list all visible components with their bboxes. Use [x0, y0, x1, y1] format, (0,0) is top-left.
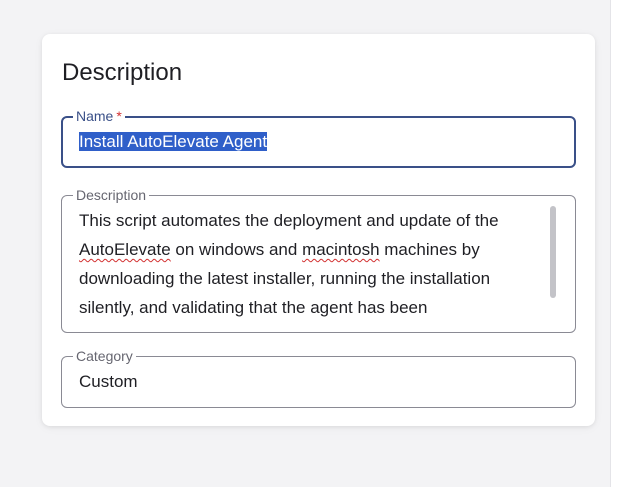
required-indicator: * — [116, 108, 122, 124]
description-textarea[interactable]: This script automates the deployment and… — [79, 206, 549, 322]
description-misspelled-word: macintosh — [302, 240, 380, 259]
name-input-value[interactable]: Install AutoElevate Agent — [79, 132, 268, 151]
name-input[interactable]: Install AutoElevate Agent — [79, 131, 268, 153]
category-field[interactable]: Category Custom — [61, 347, 576, 408]
description-card: Description Name * Install AutoElevate Ag… — [42, 34, 595, 426]
description-field-label: Description — [73, 186, 150, 204]
description-text-part: This script automates the deployment and… — [79, 211, 499, 230]
description-misspelled-word: AutoElevate — [79, 240, 171, 259]
card-title: Description — [62, 59, 183, 86]
description-text-part: on windows and — [170, 240, 303, 259]
name-field-label: Name * — [73, 107, 125, 125]
name-field[interactable]: Name * Install AutoElevate Agent — [61, 107, 576, 168]
description-field[interactable]: Description This script automates the de… — [61, 186, 576, 333]
name-label-text: Name — [76, 108, 114, 124]
category-input-value[interactable]: Custom — [79, 371, 138, 393]
description-scrollbar[interactable] — [550, 206, 556, 298]
right-panel-edge — [610, 0, 619, 487]
category-field-label: Category — [73, 347, 136, 365]
